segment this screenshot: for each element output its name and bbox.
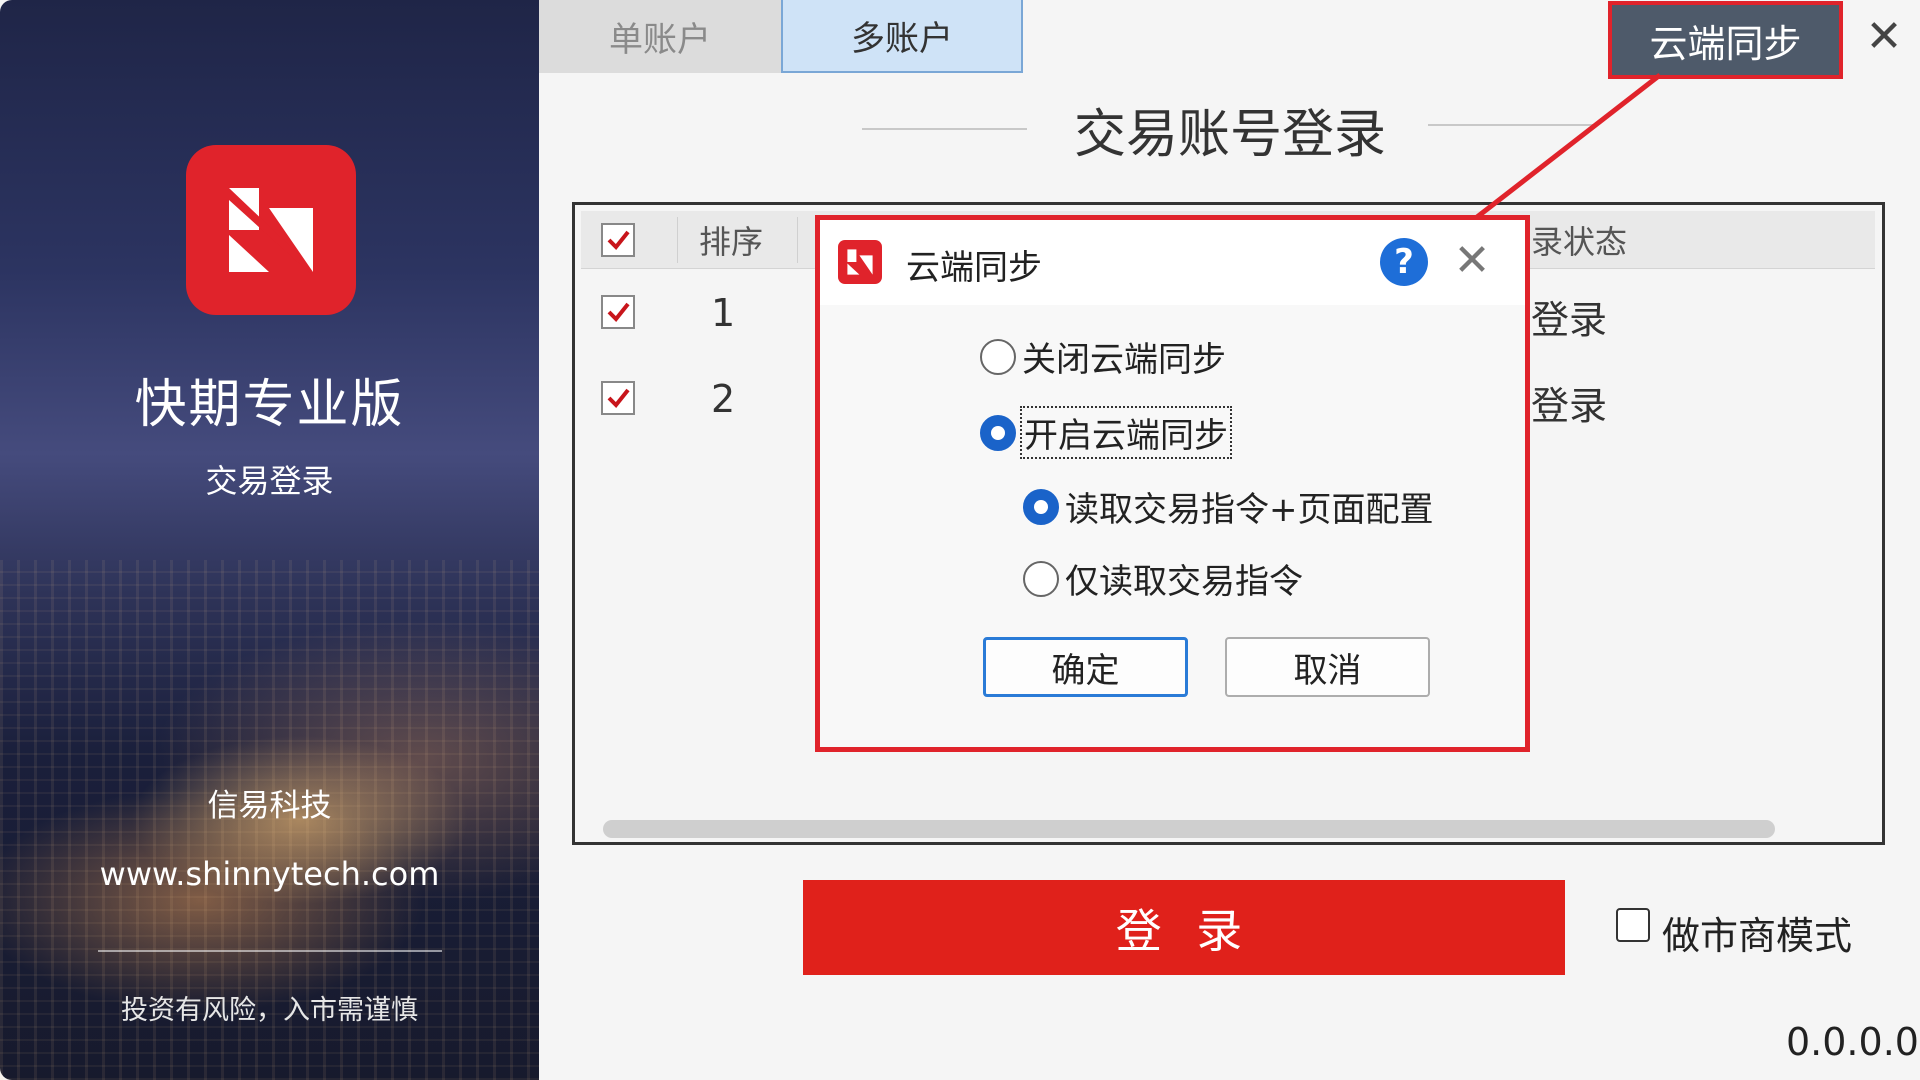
divider: [98, 950, 442, 952]
market-maker-checkbox[interactable]: [1616, 908, 1650, 942]
row-order: 1: [711, 291, 736, 335]
page-title: 交易账号登录: [1073, 105, 1386, 165]
checkbox-checked-icon[interactable]: [601, 295, 635, 329]
radio-off-icon[interactable]: [1023, 560, 1059, 597]
cloud-sync-dialog: 云端同步 ? ✕ 关闭云端同步 开启云端同步 读取交易指令+页面配置 仅读取交易…: [815, 215, 1530, 752]
column-header-order[interactable]: 排序: [699, 211, 763, 269]
app-name: 快期专业版: [134, 375, 405, 435]
radio-label[interactable]: 读取交易指令+页面配置: [1065, 482, 1434, 531]
branding-panel: 快期专业版 交易登录 信易科技 www.shinnytech.com 投资有风险…: [0, 0, 539, 1080]
row-status: 登录: [1531, 298, 1608, 342]
radio-label[interactable]: 关闭云端同步: [1022, 332, 1226, 381]
radio-on-icon[interactable]: [980, 414, 1016, 451]
dialog-titlebar: 云端同步 ? ✕: [820, 220, 1525, 305]
market-maker-label[interactable]: 做市商模式: [1662, 905, 1852, 960]
version-label: 0.0.0.0: [1786, 1020, 1919, 1064]
cancel-button[interactable]: 取消: [1225, 637, 1430, 697]
tab-multi-account[interactable]: 多账户: [781, 0, 1023, 73]
risk-notice: 投资有风险，入市需谨慎: [121, 995, 418, 1026]
radio-disable-cloud-sync[interactable]: 关闭云端同步: [980, 332, 1226, 381]
dialog-title: 云端同步: [906, 248, 1042, 288]
title-rule-right: [1428, 124, 1598, 126]
cloud-sync-button[interactable]: 云端同步: [1608, 1, 1843, 79]
app-logo-icon: [186, 145, 356, 315]
row-order: 2: [711, 377, 736, 421]
help-icon[interactable]: ?: [1380, 238, 1428, 286]
radio-off-icon[interactable]: [980, 338, 1016, 375]
ok-button[interactable]: 确定: [983, 637, 1188, 697]
checkbox-checked-icon[interactable]: [601, 223, 635, 257]
company-name: 信易科技: [207, 788, 332, 824]
row-checkbox[interactable]: [601, 295, 635, 329]
column-header-status[interactable]: 录状态: [1531, 211, 1627, 269]
dialog-close-icon[interactable]: ✕: [1450, 235, 1494, 286]
row-checkbox[interactable]: [601, 381, 635, 415]
radio-enable-cloud-sync[interactable]: 开启云端同步: [980, 406, 1232, 459]
tab-single-account[interactable]: 单账户: [539, 0, 781, 73]
column-separator: [677, 217, 678, 263]
header-select-all[interactable]: [601, 211, 635, 269]
radio-read-commands-and-layout[interactable]: 读取交易指令+页面配置: [1023, 482, 1434, 531]
app-subtitle: 交易登录: [205, 462, 334, 500]
window-close-icon[interactable]: ✕: [1862, 11, 1906, 62]
row-status: 登录: [1531, 384, 1608, 428]
title-rule-left: [862, 128, 1027, 130]
radio-label[interactable]: 仅读取交易指令: [1065, 554, 1303, 603]
checkbox-checked-icon[interactable]: [601, 381, 635, 415]
horizontal-scrollbar[interactable]: [603, 820, 1775, 838]
column-separator: [797, 217, 798, 263]
app-logo-icon: [838, 240, 882, 284]
company-website: www.shinnytech.com: [99, 855, 440, 893]
radio-label[interactable]: 开启云端同步: [1020, 406, 1232, 459]
radio-on-icon[interactable]: [1023, 488, 1059, 525]
login-button[interactable]: 登 录: [803, 880, 1565, 975]
radio-read-commands-only[interactable]: 仅读取交易指令: [1023, 554, 1303, 603]
